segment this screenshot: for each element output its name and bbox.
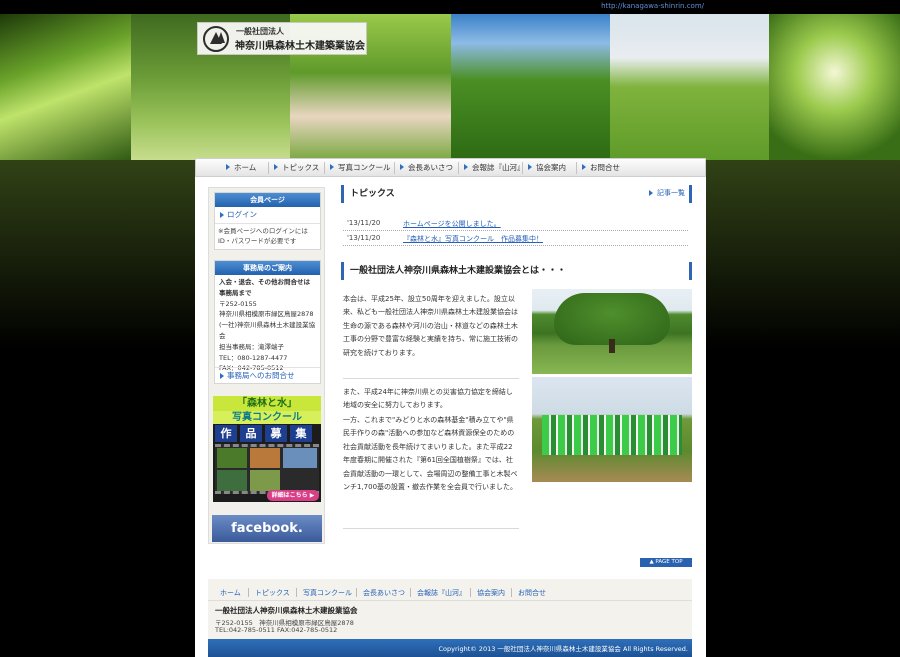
office-contact-link[interactable]: 事務局へのお問合せ [215, 367, 320, 383]
nav-magazine[interactable]: 会報誌『山河』 [464, 162, 525, 173]
office-box: 事務局のご案内 入会・退会、その他お問合せは事務局まで 〒252-0155 神奈… [214, 260, 321, 384]
photo-contest-banner[interactable]: 「森林と水」 写真コンクール 作品募集 詳細はこちら ▶ [213, 396, 321, 502]
nav-divider [522, 162, 523, 174]
big-tree-photo [532, 289, 692, 374]
contest-banner-line1: 「森林と水」 [213, 396, 321, 411]
login-note: ※会員ページへのログインにはID・パスワードが必要です [215, 223, 320, 248]
office-person: 担当事務局：滝澤端子 [219, 342, 284, 351]
office-address: 神奈川県相模原市緑区鳥屋2878 [219, 310, 314, 319]
about-paragraph-1: 本会は、平成25年、設立50周年を迎えました。設立以来、私ども一般社団法人神奈川… [343, 295, 518, 357]
about-paragraph-2: また、平成24年に神奈川県との災害協力協定を締結し地域の安全に努力しております。 [343, 388, 513, 410]
footer-link-photo-contest[interactable]: 写真コンクール [303, 588, 352, 598]
office-box-title: 事務局のご案内 [215, 261, 320, 275]
nav-divider [268, 162, 269, 174]
tree-crown [554, 293, 670, 345]
footer-divider [296, 588, 297, 597]
nav-contact[interactable]: お問合せ [582, 162, 620, 173]
footer-divider [410, 588, 411, 597]
contest-thumb [217, 448, 247, 468]
divider [343, 528, 519, 529]
about-paragraph-3: 一方、これまで"みどりと水の森林基金"積み立てや"県民手作りの森"活動への参加な… [343, 416, 518, 492]
logo-subtitle: 一般社団法人 [236, 27, 284, 36]
news-date: '13/11/20 [347, 234, 381, 242]
nav-topics[interactable]: トピックス [274, 162, 319, 173]
office-info: 入会・退会、その他お問合せは事務局まで 〒252-0155 神奈川県相模原市緑区… [215, 275, 320, 376]
office-org: (一社)神奈川県森林土木建設業協会 [219, 321, 316, 340]
view-all-link[interactable]: 記事一覧 [649, 188, 685, 198]
nav-divider [576, 162, 577, 174]
tree-trunk [609, 339, 615, 353]
topics-heading: トピックス [341, 185, 692, 203]
banner-photo-sunlight [769, 14, 900, 160]
footer-nav: ホーム トピックス 写真コンクール 会長あいさつ 会報誌『山河』 協会案内 お問… [208, 579, 692, 601]
news-item: '13/11/20 『森林と水』写真コンクール 作品募集中！ [343, 232, 688, 246]
office-zip: 〒252-0155 [219, 299, 257, 308]
footer-link-contact[interactable]: お問合せ [518, 588, 546, 598]
footer-link-topics[interactable]: トピックス [255, 588, 290, 598]
logo-title: 神奈川県森林土木建築業協会 [235, 41, 365, 52]
contest-thumb [250, 448, 280, 468]
nav-greeting[interactable]: 会長あいさつ [400, 162, 453, 173]
footer-link-greeting[interactable]: 会長あいさつ [363, 588, 405, 598]
members-group-photo [532, 377, 692, 482]
news-title-link[interactable]: 『森林と水』写真コンクール 作品募集中！ [403, 234, 543, 244]
nav-photo-contest[interactable]: 写真コンクール [330, 162, 391, 173]
contest-char: 集 [290, 425, 312, 442]
contest-details-button[interactable]: 詳細はこちら ▶ [267, 490, 319, 501]
footer-link-magazine[interactable]: 会報誌『山河』 [417, 588, 466, 598]
contest-thumb [217, 470, 247, 491]
header-photo-banner: http://kanagawa-shinrin.com/ 一般社団法人 神奈川県… [0, 0, 900, 160]
member-box-title: 会員ページ [215, 193, 320, 207]
global-nav: ホーム トピックス 写真コンクール 会長あいさつ 会報誌『山河』 協会案内 お問… [195, 158, 706, 177]
footer-org-name: 一般社団法人神奈川県森林土木建設業協会 [215, 606, 358, 615]
footer-link-about[interactable]: 協会案内 [477, 588, 505, 598]
footer-link-home[interactable]: ホーム [220, 588, 241, 598]
footer-divider [511, 588, 512, 597]
footer-divider [356, 588, 357, 597]
logo-mountain-icon [203, 26, 229, 52]
url-strip: http://kanagawa-shinrin.com/ [0, 0, 900, 14]
contest-char: 品 [240, 425, 262, 442]
footer: ホーム トピックス 写真コンクール 会長あいさつ 会報誌『山河』 協会案内 お問… [208, 579, 692, 639]
nav-divider [324, 162, 325, 174]
login-link[interactable]: ログイン [215, 207, 320, 223]
footer-divider [248, 588, 249, 597]
nav-home[interactable]: ホーム [226, 162, 256, 173]
copyright-text: Copyright© 2013 一般社団法人神奈川県森林土木建設業協会 All … [438, 645, 688, 653]
nav-about[interactable]: 協会案内 [528, 162, 566, 173]
news-item: '13/11/20 ホームページを公開しました。 [343, 217, 688, 231]
news-date: '13/11/20 [347, 219, 381, 227]
news-title-link[interactable]: ホームページを公開しました。 [403, 219, 501, 229]
office-lead: 入会・退会、その他お問合せは事務局まで [219, 278, 310, 297]
contest-banner-line2: 写真コンクール [213, 411, 321, 424]
page-top-button[interactable]: ▲ PAGE TOP [640, 558, 692, 567]
office-tel: TEL：080-1287-4477 [219, 353, 288, 362]
site-logo[interactable]: 一般社団法人 神奈川県森林土木建築業協会 [197, 22, 367, 55]
nav-divider [458, 162, 459, 174]
page: http://kanagawa-shinrin.com/ 一般社団法人 神奈川県… [0, 0, 900, 657]
contest-char: 募 [265, 425, 287, 442]
contest-banner-recruit: 作品募集 [215, 425, 319, 443]
about-heading: 一般社団法人神奈川県森林土木建設業協会とは・・・ [341, 262, 692, 280]
contest-char: 作 [215, 425, 237, 442]
copyright-bar: Copyright© 2013 一般社団法人神奈川県森林土木建設業協会 All … [208, 639, 692, 657]
nav-divider [394, 162, 395, 174]
banner-photo-meadow [610, 14, 769, 160]
member-box: 会員ページ ログイン ※会員ページへのログインにはID・パスワードが必要です [214, 192, 321, 250]
footer-divider [470, 588, 471, 597]
facebook-banner[interactable]: facebook. [212, 515, 322, 542]
contest-thumb [283, 448, 317, 468]
banner-photo-leaves [0, 14, 131, 160]
site-url[interactable]: http://kanagawa-shinrin.com/ [601, 2, 704, 10]
divider [343, 378, 519, 379]
banner-photo-trees [451, 14, 610, 160]
contest-thumb [250, 470, 280, 491]
group-crowd [542, 415, 682, 455]
footer-tel-fax: TEL:042-785-0511 FAX:042-785-0512 [215, 626, 338, 634]
